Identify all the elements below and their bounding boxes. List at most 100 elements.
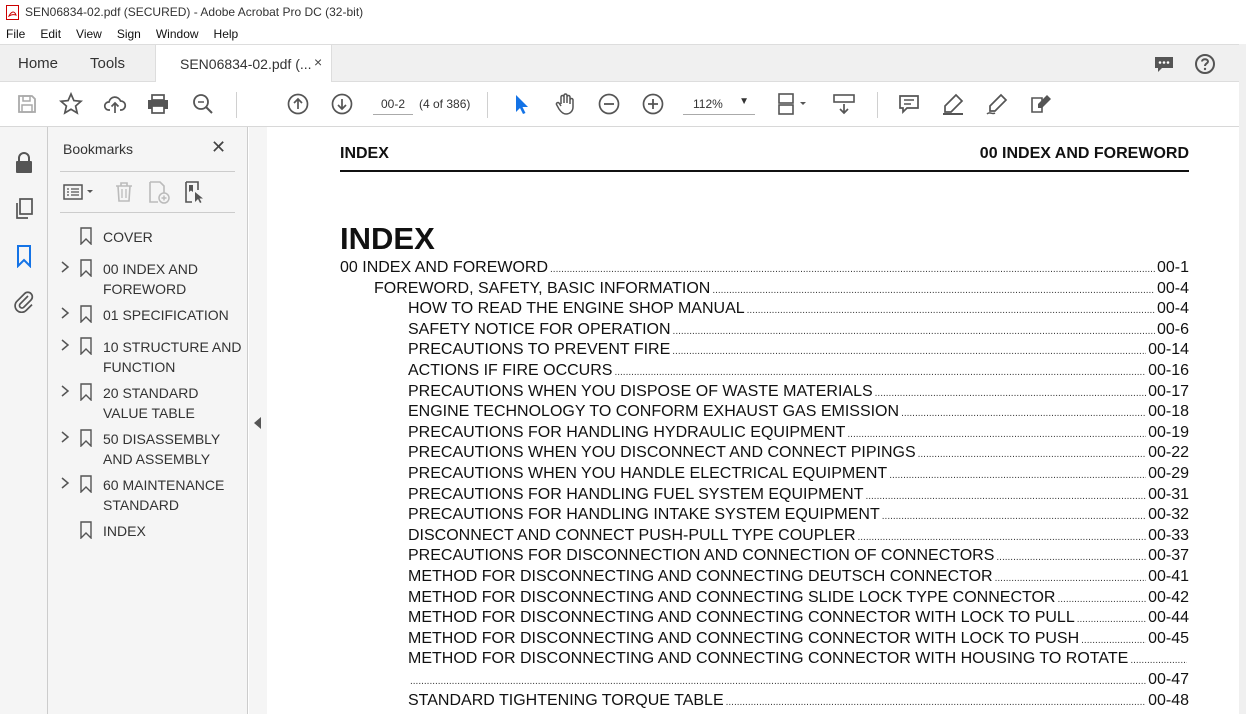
toc-entry[interactable]: PRECAUTIONS FOR HANDLING HYDRAULIC EQUIP… [408,424,1189,444]
menu-view[interactable]: View [76,27,102,41]
toc-entry[interactable]: PRECAUTIONS WHEN YOU HANDLE ELECTRICAL E… [408,465,1189,485]
star-bookmark-icon[interactable] [59,92,83,116]
menu-window[interactable]: Window [156,27,199,41]
toc-entry-page: 00-1 [1156,259,1189,276]
toc-entry[interactable]: PRECAUTIONS FOR HANDLING FUEL SYSTEM EQU… [408,486,1189,506]
toc-entry[interactable]: METHOD FOR DISCONNECTING AND CONNECTING … [408,568,1189,588]
new-bookmark-icon[interactable] [146,180,170,204]
toc-entry[interactable]: PRECAUTIONS FOR HANDLING INTAKE SYSTEM E… [408,506,1189,526]
delete-bookmark-icon[interactable] [112,180,136,204]
chevron-right-icon[interactable] [60,476,70,490]
toc-entry[interactable]: PRECAUTIONS WHEN YOU DISCONNECT AND CONN… [408,444,1189,464]
menu-help[interactable]: Help [214,27,239,41]
print-icon[interactable] [146,92,170,116]
bookmark-search-icon[interactable] [182,180,206,204]
toc-entry-page: 00-4 [1156,300,1189,317]
fill-sign-icon[interactable] [985,92,1009,116]
toc-entry-title: SAFETY NOTICE FOR OPERATION [408,321,671,338]
toc-dot-leader [901,408,1146,419]
page-count: (4 of 386) [419,97,471,111]
toc-entry[interactable]: FOREWORD, SAFETY, BASIC INFORMATION 00-4 [374,280,1189,300]
tab-home[interactable]: Home [18,55,58,72]
zoom-search-icon[interactable] [191,92,215,116]
edit-pdf-icon[interactable] [1029,92,1053,116]
toc-entry[interactable]: METHOD FOR DISCONNECTING AND CONNECTING … [408,650,1189,670]
chevron-right-icon[interactable] [60,306,70,320]
lock-icon[interactable] [12,151,36,175]
add-comment-icon[interactable] [897,92,921,116]
menu-edit[interactable]: Edit [40,27,61,41]
chevron-right-icon[interactable] [60,338,70,352]
page-display-icon[interactable] [776,92,810,116]
bookmark-flag-icon [80,429,92,447]
toc-entry[interactable]: STANDARD TIGHTENING TORQUE TABLE 00-48 [408,692,1189,712]
options-menu-icon[interactable] [62,180,98,204]
bookmark-label: COVER [103,229,153,245]
toc-dot-leader [847,429,1146,440]
toc-dot-leader [1081,635,1146,646]
toc-entry[interactable]: ACTIONS IF FIRE OCCURS 00-16 [408,362,1189,382]
toc-entry[interactable]: PRECAUTIONS WHEN YOU DISPOSE OF WASTE MA… [408,383,1189,403]
page-thumbnails-icon[interactable] [12,197,36,221]
tab-document[interactable]: SEN06834-02.pdf (... × [155,45,332,83]
tab-tools[interactable]: Tools [90,55,125,72]
help-icon[interactable] [1194,53,1216,75]
upload-cloud-icon[interactable] [103,92,127,116]
bookmark-panel-icon[interactable] [12,244,36,268]
toc-entry[interactable]: HOW TO READ THE ENGINE SHOP MANUAL 00-4 [408,300,1189,320]
toc-entry[interactable]: SAFETY NOTICE FOR OPERATION 00-6 [408,321,1189,341]
tab-bar: Home Tools SEN06834-02.pdf (... × [0,44,1246,83]
comment-bubble-icon[interactable] [1153,53,1175,75]
select-cursor-icon[interactable] [509,92,533,116]
bookmark-flag-icon [80,337,92,355]
page-title: INDEX [340,221,435,256]
attachment-paperclip-icon[interactable] [12,289,36,313]
zoom-level-dropdown[interactable]: 112% ▼ [683,93,755,115]
chevron-left-icon[interactable] [254,417,261,429]
toc-entry-title: PRECAUTIONS FOR HANDLING INTAKE SYSTEM E… [408,506,880,523]
toc-entry[interactable]: METHOD FOR DISCONNECTING AND CONNECTING … [408,589,1189,609]
document-view[interactable]: INDEX 00 INDEX AND FOREWORD INDEX 00 IND… [267,127,1239,714]
menu-file[interactable]: File [6,27,25,41]
toc-entry-page: 00-32 [1148,506,1189,523]
bookmark-label: 60 MAINTENANCE STANDARD [103,477,225,513]
toc-entry[interactable]: 00-47 [408,671,1189,691]
chevron-right-icon[interactable] [60,430,70,444]
save-icon[interactable] [15,92,39,116]
page-number-input[interactable] [373,93,413,115]
zoom-in-icon[interactable] [641,92,665,116]
toolbar-separator [487,92,488,118]
bookmark-flag-icon [80,305,92,323]
zoom-out-icon[interactable] [597,92,621,116]
highlight-pen-icon[interactable] [941,92,965,116]
toc-entry[interactable]: METHOD FOR DISCONNECTING AND CONNECTING … [408,630,1189,650]
bookmarks-panel-title: Bookmarks [63,141,134,157]
toc-entry[interactable]: ENGINE TECHNOLOGY TO CONFORM EXHAUST GAS… [408,403,1189,423]
toc-dot-leader [995,573,1146,584]
toc-entry[interactable]: DISCONNECT AND CONNECT PUSH-PULL TYPE CO… [408,527,1189,547]
toc-entry[interactable]: METHOD FOR DISCONNECTING AND CONNECTING … [408,609,1189,629]
toc-entry-page: 00-16 [1148,362,1189,379]
close-tab-icon[interactable]: × [314,54,322,70]
toc-dot-leader [875,388,1146,399]
vertical-scrollbar[interactable] [1239,44,1246,714]
chevron-right-icon[interactable] [60,384,70,398]
next-page-icon[interactable] [330,92,354,116]
chevron-right-icon[interactable] [60,260,70,274]
toc-dot-leader [996,552,1146,563]
chevron-down-icon: ▼ [739,96,749,107]
toc-entry-page: 00-48 [1148,692,1189,709]
menu-sign[interactable]: Sign [117,27,141,41]
toc-entry-page: 00-4 [1156,280,1189,297]
toc-entry-page: 00-45 [1148,630,1189,647]
toc-entry-title: METHOD FOR DISCONNECTING AND CONNECTING … [408,650,1129,667]
close-panel-icon[interactable]: ✕ [211,137,226,158]
scroll-mode-icon[interactable] [832,92,856,116]
toc-entry[interactable]: PRECAUTIONS TO PREVENT FIRE 00-14 [408,341,1189,361]
toc-entry[interactable]: PRECAUTIONS FOR DISCONNECTION AND CONNEC… [408,547,1189,567]
previous-page-icon[interactable] [286,92,310,116]
hand-pan-icon[interactable] [553,92,577,116]
panel-collapse-handle[interactable] [249,127,267,714]
toc-dot-leader [1130,655,1187,666]
toc-entry[interactable]: 00 INDEX AND FOREWORD 00-1 [340,259,1189,279]
